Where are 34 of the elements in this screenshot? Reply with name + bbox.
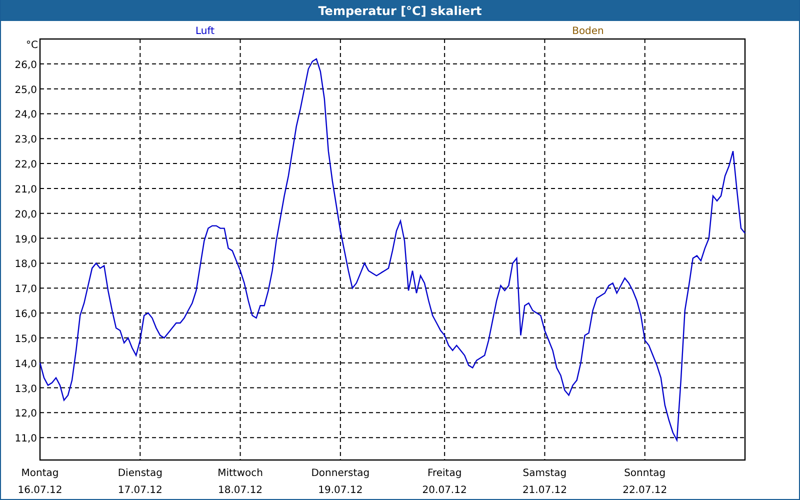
axis-label: 11,0 [14, 434, 37, 445]
legend-label: Boden [572, 26, 604, 37]
axis-label: 20.07.12 [422, 485, 467, 496]
axis-label: Mittwoch [218, 468, 263, 479]
axis-label: Dienstag [118, 468, 162, 479]
axis-label: Montag [21, 468, 59, 479]
axis-label: Sonntag [624, 468, 666, 479]
axis-label: 26,0 [14, 60, 37, 71]
axis-label: 13,0 [14, 384, 37, 395]
axis-label: 20,0 [14, 209, 37, 220]
axis-label: 18.07.12 [218, 485, 263, 496]
legend-label: Luft [196, 26, 214, 37]
axis-title: °C [26, 40, 38, 51]
axis-label: 22,0 [14, 160, 37, 171]
axis-label: 17,0 [14, 284, 37, 296]
axis-label: 14,0 [14, 358, 37, 370]
axis-label: 21.07.12 [522, 485, 567, 496]
axis-label: 24,0 [14, 110, 37, 121]
axis-label: 16.07.12 [18, 485, 62, 496]
axis-label: 12,0 [14, 408, 37, 420]
axis-label: 23,0 [14, 134, 37, 146]
axis-label: Samstag [522, 468, 567, 479]
axis-label: 15,0 [14, 334, 37, 345]
axis-label: 19,0 [14, 234, 37, 246]
axis-label: 22.07.12 [622, 485, 668, 496]
axis-label: 21,0 [14, 184, 37, 196]
axis-label: 25,0 [14, 84, 37, 96]
axis-label: Donnerstag [311, 468, 370, 479]
axis-label: 17.07.12 [118, 485, 162, 496]
window-title: Temperatur [°C] skaliert [1, 0, 799, 21]
axis-label: 18,0 [14, 259, 37, 270]
axis-label: Freitag [427, 468, 462, 479]
axis-label: 16,0 [14, 309, 37, 320]
axis-label: 19.07.12 [318, 485, 363, 496]
